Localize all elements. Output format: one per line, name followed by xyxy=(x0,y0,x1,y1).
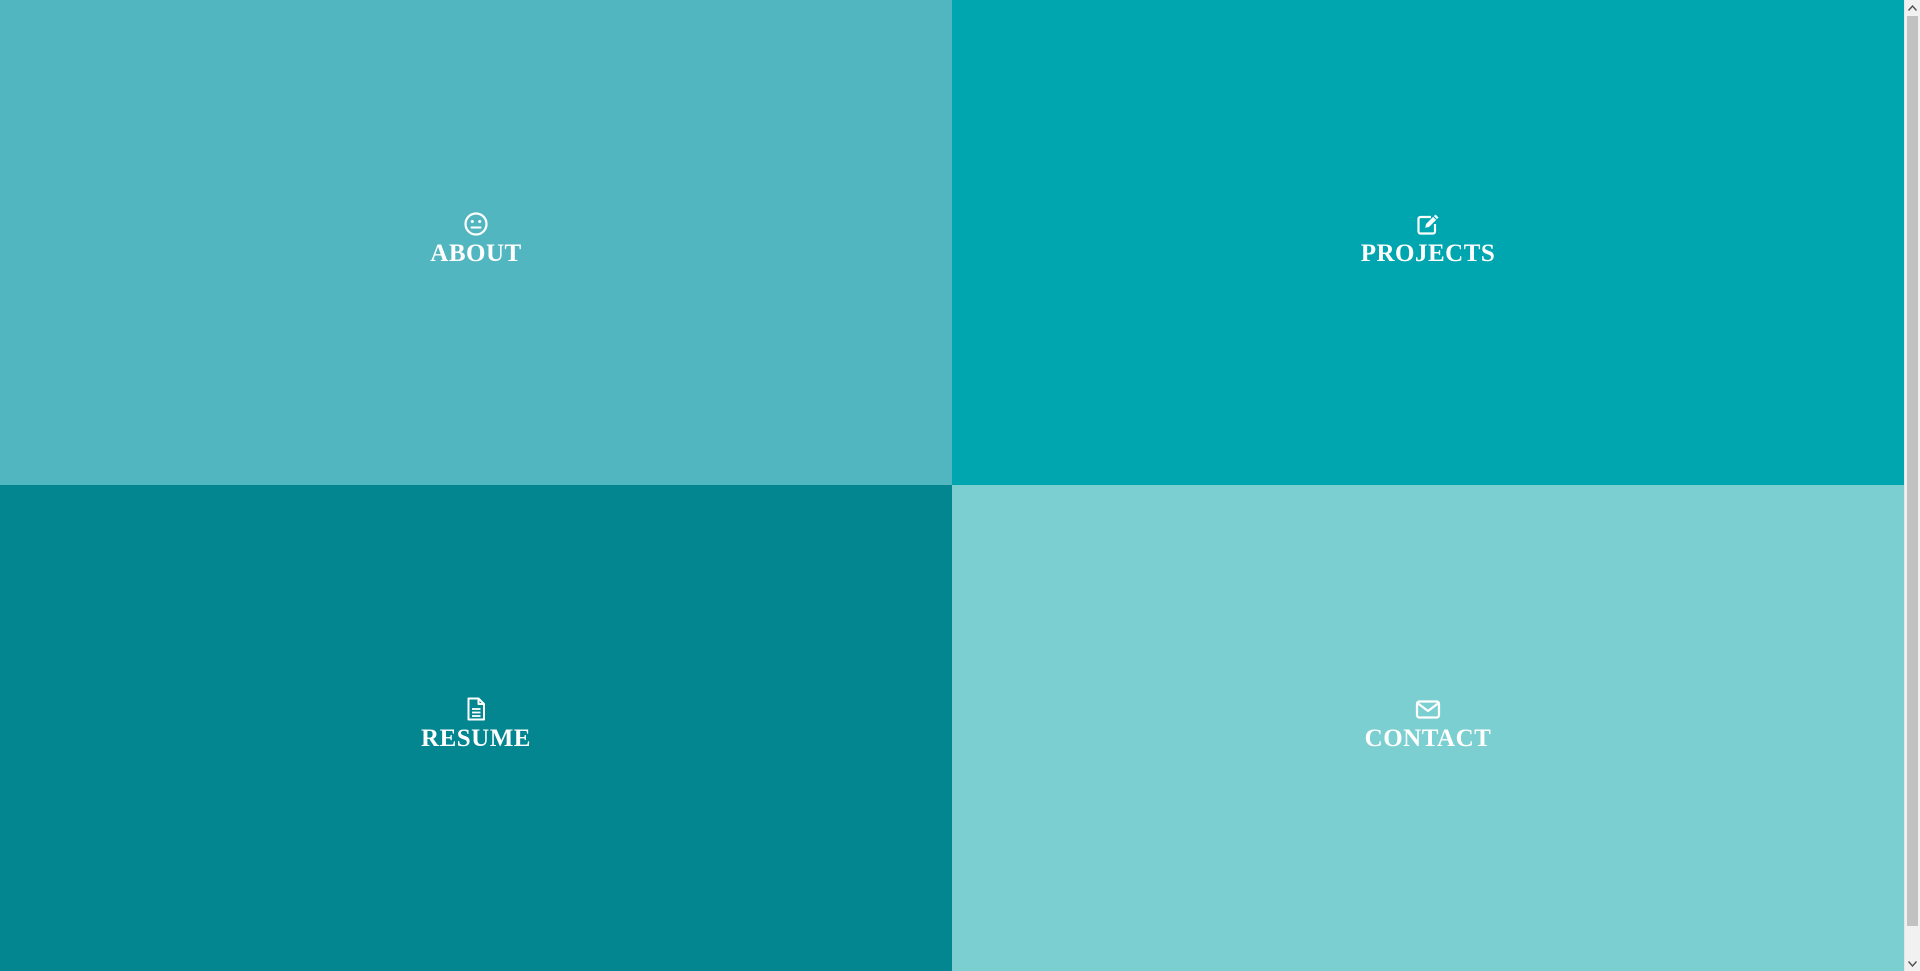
vertical-scrollbar[interactable] xyxy=(1904,0,1920,971)
document-icon xyxy=(462,695,490,723)
tile-contact-content: CONTACT xyxy=(1365,695,1492,753)
tile-about[interactable]: ABOUT xyxy=(0,0,952,485)
edit-icon xyxy=(1414,210,1442,238)
tile-contact-label: CONTACT xyxy=(1364,725,1492,753)
scroll-thumb[interactable] xyxy=(1907,16,1918,926)
page: ABOUT PROJECTS RESUME CONTACT xyxy=(0,0,1920,971)
tile-projects-content: PROJECTS xyxy=(1361,210,1496,268)
scroll-up-arrow-icon[interactable] xyxy=(1905,0,1920,15)
tile-about-content: ABOUT xyxy=(430,210,521,268)
envelope-icon xyxy=(1414,695,1442,723)
tile-projects-label: PROJECTS xyxy=(1360,239,1496,267)
tile-about-label: ABOUT xyxy=(430,239,522,267)
tile-projects[interactable]: PROJECTS xyxy=(952,0,1904,485)
tile-contact[interactable]: CONTACT xyxy=(952,485,1904,971)
neutral-face-icon xyxy=(462,210,490,238)
scroll-down-arrow-icon[interactable] xyxy=(1905,956,1920,971)
nav-grid: ABOUT PROJECTS RESUME CONTACT xyxy=(0,0,1904,971)
tile-resume-content: RESUME xyxy=(421,695,531,753)
tile-resume[interactable]: RESUME xyxy=(0,485,952,971)
tile-resume-label: RESUME xyxy=(421,725,531,753)
